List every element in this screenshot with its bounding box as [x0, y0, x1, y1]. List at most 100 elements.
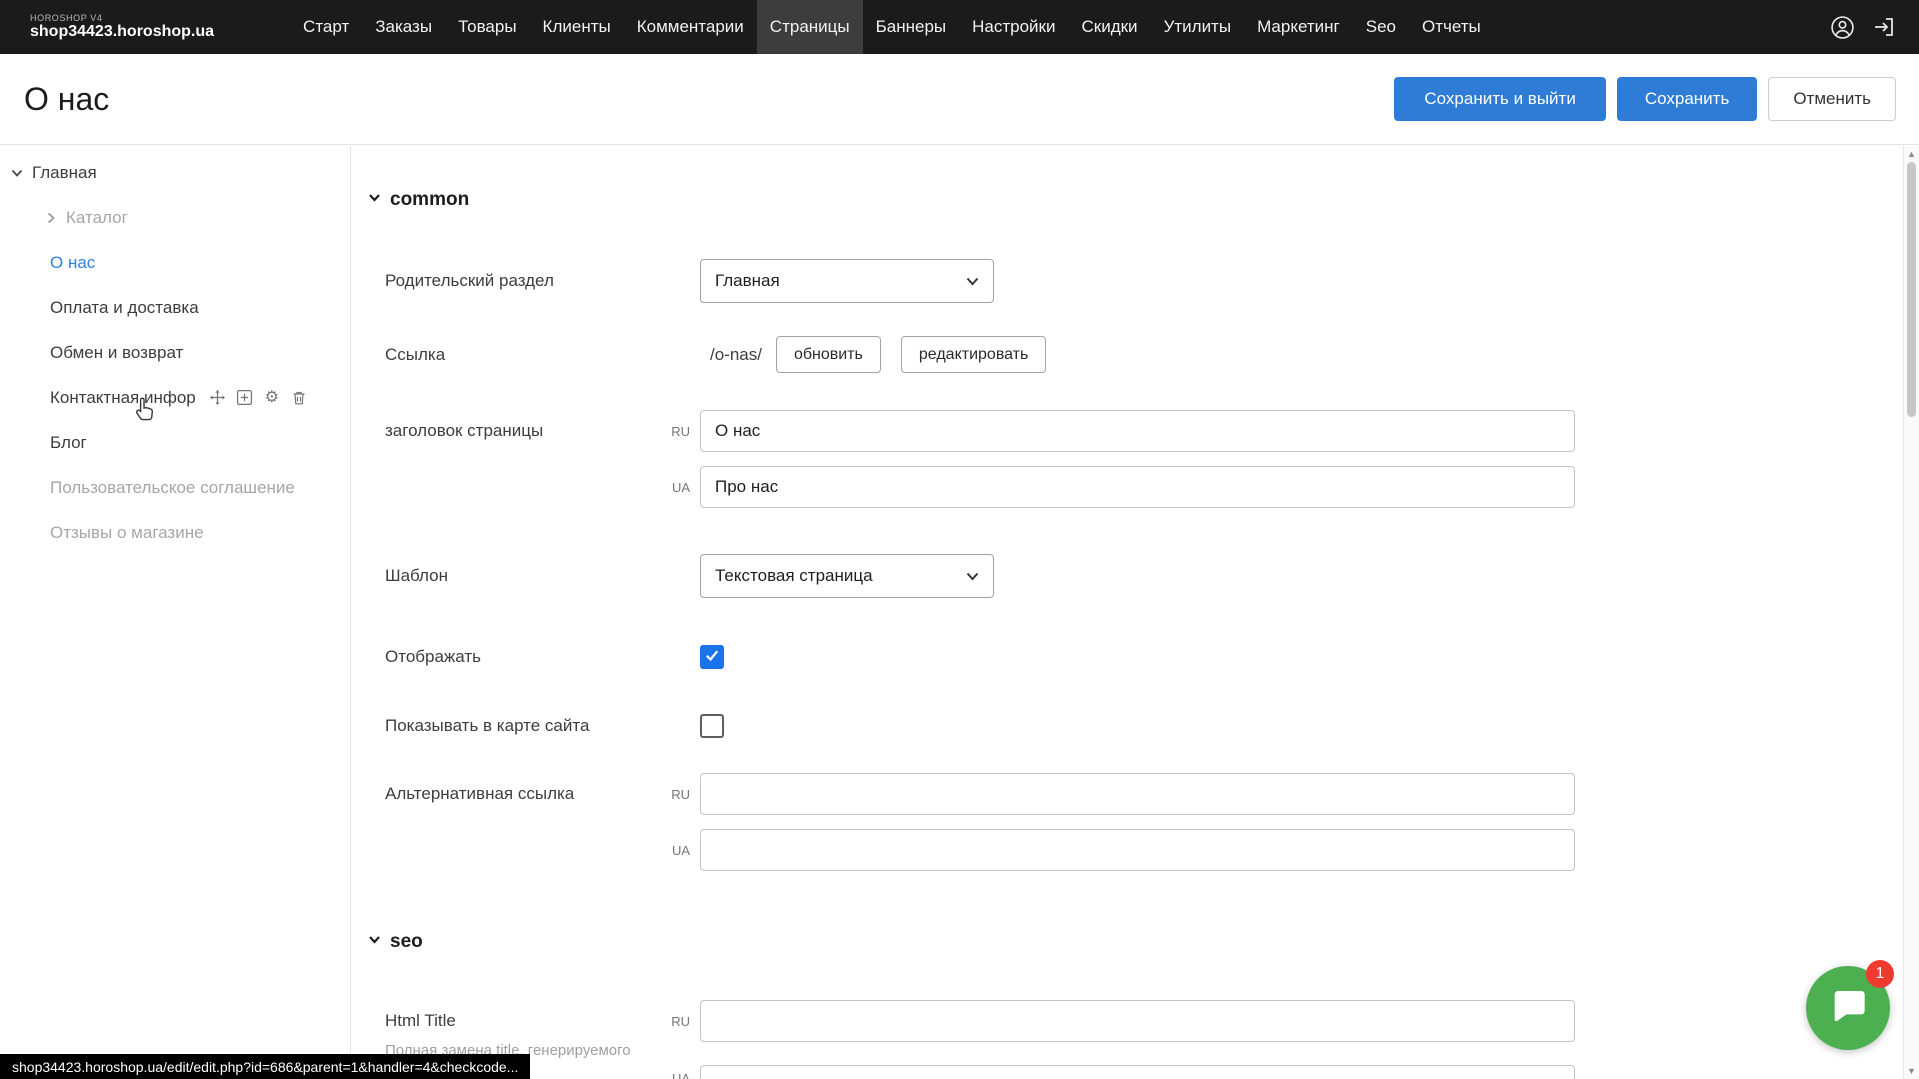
scroll-up-arrow[interactable]: ▲	[1904, 146, 1919, 162]
caret-down-icon	[966, 277, 979, 286]
nav-item-reports[interactable]: Отчеты	[1409, 0, 1494, 54]
alt-link-ru-input[interactable]	[700, 773, 1575, 815]
html-title-row: Html Title Полная замена title, генериру…	[351, 1000, 1903, 1079]
sidebar-item-label: Контактная инфор	[50, 388, 196, 408]
alt-link-ua-input[interactable]	[700, 829, 1575, 871]
check-icon	[703, 646, 721, 669]
html-title-label-block: Html Title Полная замена title, генериру…	[385, 1000, 666, 1060]
scrollbar-thumb[interactable]	[1907, 162, 1916, 417]
nav-item-orders[interactable]: Заказы	[362, 0, 445, 54]
chevron-down-icon	[368, 191, 381, 209]
template-select[interactable]: Текстовая страница	[700, 554, 994, 598]
sidebar-item-home[interactable]: Главная	[0, 150, 350, 195]
sidebar-item-blog[interactable]: Блог	[0, 420, 350, 465]
parent-section-select[interactable]: Главная	[700, 259, 994, 303]
lang-ru-label: RU	[666, 787, 700, 802]
brand-version-label: HOROSHOP V4	[30, 13, 214, 23]
link-status-tooltip: shop34423.horoshop.ua/edit/edit.php?id=6…	[0, 1054, 530, 1079]
nav-item-pages[interactable]: Страницы	[757, 0, 863, 54]
display-label: Отображать	[385, 647, 666, 667]
move-icon[interactable]	[209, 389, 227, 407]
sidebar-item-label: Оплата и доставка	[50, 298, 199, 318]
parent-section-label: Родительский раздел	[385, 271, 666, 291]
gear-icon[interactable]: ⚙	[263, 389, 281, 407]
chat-unread-count: 1	[1876, 965, 1885, 983]
html-title-label: Html Title	[385, 1000, 666, 1042]
nav-item-start[interactable]: Старт	[290, 0, 362, 54]
section-common-label: common	[390, 189, 469, 211]
sidebar-item-user-agreement[interactable]: Пользовательское соглашение	[0, 465, 350, 510]
sitemap-checkbox[interactable]	[700, 714, 724, 738]
account-icon[interactable]	[1829, 14, 1855, 40]
chevron-down-icon	[368, 933, 381, 951]
save-and-exit-button[interactable]: Сохранить и выйти	[1394, 77, 1605, 121]
sidebar-item-label: Обмен и возврат	[50, 343, 183, 363]
sidebar-item-store-reviews[interactable]: Отзывы о магазине	[0, 510, 350, 555]
content-area: Главная Каталог О нас Оплата и доставка …	[0, 146, 1903, 1079]
template-row: Шаблон Текстовая страница	[351, 554, 1903, 598]
nav-item-banners[interactable]: Баннеры	[863, 0, 960, 54]
lang-ua-label: UA	[666, 480, 700, 495]
chat-unread-badge: 1	[1866, 960, 1894, 988]
add-subpage-icon[interactable]	[236, 389, 254, 407]
save-button[interactable]: Сохранить	[1617, 77, 1757, 121]
top-navigation-bar: HOROSHOP V4 shop34423.horoshop.ua Старт …	[0, 0, 1919, 54]
pages-tree-sidebar: Главная Каталог О нас Оплата и доставка …	[0, 146, 351, 1079]
status-url: shop34423.horoshop.ua/edit/edit.php?id=6…	[12, 1059, 518, 1075]
vertical-scrollbar[interactable]: ▲ ▼	[1903, 146, 1919, 1079]
sitemap-label: Показывать в карте сайта	[385, 716, 666, 736]
sidebar-item-payment-delivery[interactable]: Оплата и доставка	[0, 285, 350, 330]
sidebar-item-label: Отзывы о магазине	[50, 523, 204, 543]
sidebar-item-label: О нас	[50, 253, 95, 273]
chevron-right-icon[interactable]	[44, 210, 59, 225]
sidebar-item-contact-info[interactable]: Контактная инфор ⚙	[0, 375, 350, 420]
chevron-down-icon[interactable]	[10, 165, 25, 180]
link-label: Ссылка	[385, 345, 666, 365]
display-row: Отображать	[351, 645, 1903, 669]
page-title: О нас	[24, 81, 109, 118]
cancel-button[interactable]: Отменить	[1768, 77, 1896, 121]
link-edit-button[interactable]: редактировать	[901, 336, 1046, 373]
html-title-ru-input[interactable]	[700, 1000, 1575, 1042]
html-title-ua-input[interactable]	[700, 1065, 1575, 1079]
sidebar-item-label: Главная	[32, 163, 97, 183]
logout-icon[interactable]	[1871, 14, 1897, 40]
lang-ua-label: UA	[666, 843, 700, 858]
display-checkbox[interactable]	[700, 645, 724, 669]
header-buttons: Сохранить и выйти Сохранить Отменить	[1394, 77, 1896, 121]
lang-ru-label: RU	[666, 424, 700, 439]
alt-link-row: Альтернативная ссылка RU UA	[351, 773, 1903, 871]
trash-icon[interactable]	[290, 389, 308, 407]
page-title-ru-input[interactable]	[700, 410, 1575, 452]
page-title-row: заголовок страницы RU UA	[351, 410, 1903, 508]
template-value: Текстовая страница	[715, 566, 873, 586]
nav-item-settings[interactable]: Настройки	[959, 0, 1068, 54]
scroll-down-arrow[interactable]: ▼	[1904, 1063, 1919, 1079]
parent-section-value: Главная	[715, 271, 780, 291]
link-path: /o-nas/	[700, 345, 762, 365]
parent-section-row: Родительский раздел Главная	[351, 259, 1903, 303]
sidebar-item-about[interactable]: О нас	[0, 240, 350, 285]
sitemap-row: Показывать в карте сайта	[351, 714, 1903, 738]
section-common-header[interactable]: common	[351, 189, 1903, 211]
sidebar-item-exchange-return[interactable]: Обмен и возврат	[0, 330, 350, 375]
link-refresh-button[interactable]: обновить	[776, 336, 881, 373]
main-nav: Старт Заказы Товары Клиенты Комментарии …	[290, 0, 1494, 54]
sidebar-item-catalog[interactable]: Каталог	[0, 195, 350, 240]
nav-item-utilities[interactable]: Утилиты	[1151, 0, 1245, 54]
nav-item-clients[interactable]: Клиенты	[530, 0, 624, 54]
nav-item-marketing[interactable]: Маркетинг	[1244, 0, 1353, 54]
nav-item-products[interactable]: Товары	[445, 0, 529, 54]
sidebar-item-label: Блог	[50, 433, 87, 453]
topbar-actions	[1829, 14, 1897, 40]
section-seo-header[interactable]: seo	[351, 931, 1903, 953]
nav-item-seo[interactable]: Seo	[1353, 0, 1409, 54]
nav-item-comments[interactable]: Комментарии	[624, 0, 757, 54]
nav-item-discounts[interactable]: Скидки	[1068, 0, 1150, 54]
sidebar-item-label: Каталог	[66, 208, 128, 228]
page-title-ua-input[interactable]	[700, 466, 1575, 508]
tree-item-actions: ⚙	[209, 389, 308, 407]
page-header: О нас Сохранить и выйти Сохранить Отмени…	[0, 54, 1919, 145]
brand-logo[interactable]: HOROSHOP V4 shop34423.horoshop.ua	[30, 13, 214, 42]
template-label: Шаблон	[385, 566, 666, 586]
